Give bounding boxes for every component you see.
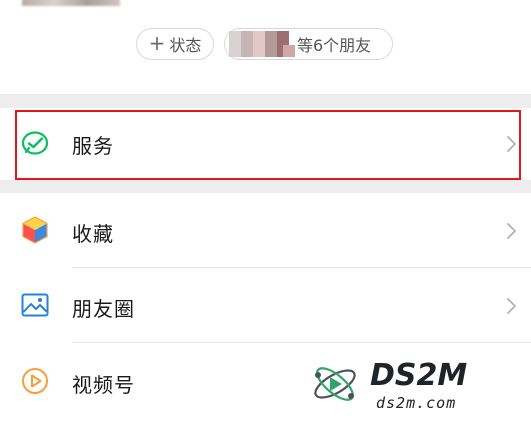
favorites-cube-icon bbox=[22, 216, 48, 244]
ds2m-watermark-logo: DS2M ds2m.com bbox=[314, 358, 467, 412]
section-separator bbox=[0, 94, 531, 108]
menu-item-label: 收藏 bbox=[72, 222, 114, 246]
watermark-brand: DS2M bbox=[370, 358, 467, 393]
friends-count-label: 等6个朋友 bbox=[297, 36, 372, 55]
menu-item-services[interactable]: 服务 bbox=[0, 108, 531, 180]
channels-play-icon bbox=[22, 368, 48, 394]
add-status-label: 状态 bbox=[169, 36, 202, 55]
menu-item-favorites[interactable]: 收藏 bbox=[0, 193, 531, 268]
chevron-right-icon bbox=[507, 223, 516, 239]
friends-status-button[interactable]: 等6个朋友 bbox=[224, 28, 393, 60]
add-status-button[interactable]: + 状态 bbox=[136, 28, 214, 60]
menu-item-label: 视频号 bbox=[72, 373, 135, 397]
moments-image-icon bbox=[21, 293, 49, 317]
friend-avatars-blurred bbox=[229, 29, 295, 59]
profile-header: + 状态 等6个朋友 bbox=[0, 0, 531, 94]
watermark-domain: ds2m.com bbox=[376, 394, 456, 412]
menu-item-label: 朋友圈 bbox=[72, 297, 135, 321]
chevron-right-icon bbox=[507, 136, 516, 152]
section-separator bbox=[0, 180, 531, 193]
services-check-icon bbox=[21, 131, 49, 155]
chevron-right-icon bbox=[507, 298, 516, 314]
profile-avatar-blurred[interactable] bbox=[22, 0, 120, 6]
menu-item-moments[interactable]: 朋友圈 bbox=[0, 268, 531, 343]
menu-item-label: 服务 bbox=[72, 134, 114, 158]
plus-icon: + bbox=[148, 31, 166, 55]
